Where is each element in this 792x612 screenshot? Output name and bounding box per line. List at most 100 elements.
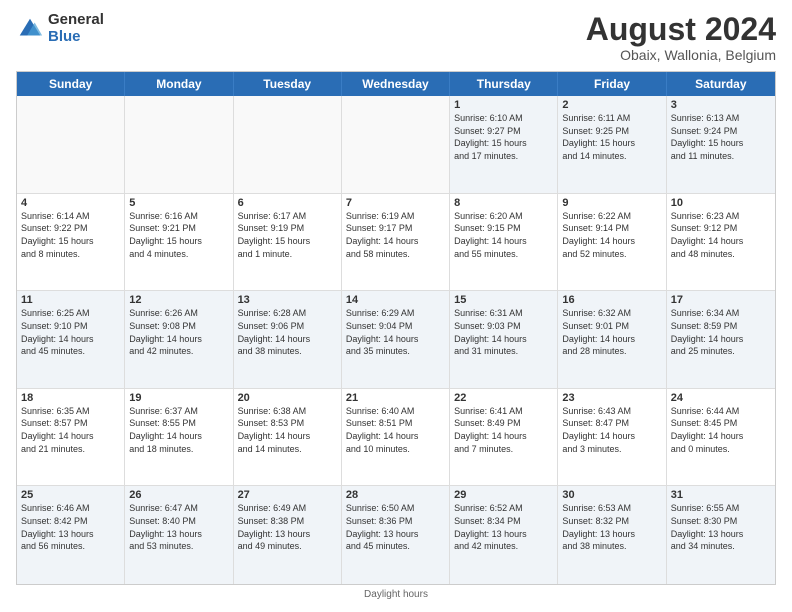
day-number: 6 (238, 197, 337, 209)
day-number: 17 (671, 294, 771, 306)
day-number: 18 (21, 392, 120, 404)
day-info: Sunrise: 6:49 AM Sunset: 8:38 PM Dayligh… (238, 502, 337, 552)
day-cell-24: 24Sunrise: 6:44 AM Sunset: 8:45 PM Dayli… (667, 389, 775, 486)
day-info: Sunrise: 6:25 AM Sunset: 9:10 PM Dayligh… (21, 307, 120, 357)
day-cell-9: 9Sunrise: 6:22 AM Sunset: 9:14 PM Daylig… (558, 194, 666, 291)
day-cell-26: 26Sunrise: 6:47 AM Sunset: 8:40 PM Dayli… (125, 486, 233, 584)
header-day-sunday: Sunday (17, 72, 125, 96)
day-number: 29 (454, 489, 553, 501)
day-number: 9 (562, 197, 661, 209)
day-cell-3: 3Sunrise: 6:13 AM Sunset: 9:24 PM Daylig… (667, 96, 775, 193)
title-area: August 2024 Obaix, Wallonia, Belgium (586, 12, 776, 63)
empty-cell-0-0 (17, 96, 125, 193)
day-cell-6: 6Sunrise: 6:17 AM Sunset: 9:19 PM Daylig… (234, 194, 342, 291)
day-cell-16: 16Sunrise: 6:32 AM Sunset: 9:01 PM Dayli… (558, 291, 666, 388)
logo: General Blue (16, 12, 104, 45)
day-info: Sunrise: 6:29 AM Sunset: 9:04 PM Dayligh… (346, 307, 445, 357)
day-cell-22: 22Sunrise: 6:41 AM Sunset: 8:49 PM Dayli… (450, 389, 558, 486)
page-header: General Blue August 2024 Obaix, Wallonia… (16, 12, 776, 63)
day-number: 14 (346, 294, 445, 306)
day-info: Sunrise: 6:13 AM Sunset: 9:24 PM Dayligh… (671, 112, 771, 162)
logo-blue-text: Blue (48, 29, 104, 46)
day-number: 10 (671, 197, 771, 209)
header-day-wednesday: Wednesday (342, 72, 450, 96)
day-cell-11: 11Sunrise: 6:25 AM Sunset: 9:10 PM Dayli… (17, 291, 125, 388)
empty-cell-0-2 (234, 96, 342, 193)
day-number: 5 (129, 197, 228, 209)
day-cell-29: 29Sunrise: 6:52 AM Sunset: 8:34 PM Dayli… (450, 486, 558, 584)
day-number: 28 (346, 489, 445, 501)
day-number: 31 (671, 489, 771, 501)
day-cell-14: 14Sunrise: 6:29 AM Sunset: 9:04 PM Dayli… (342, 291, 450, 388)
day-cell-2: 2Sunrise: 6:11 AM Sunset: 9:25 PM Daylig… (558, 96, 666, 193)
day-number: 12 (129, 294, 228, 306)
calendar-row-3: 18Sunrise: 6:35 AM Sunset: 8:57 PM Dayli… (17, 389, 775, 487)
day-cell-8: 8Sunrise: 6:20 AM Sunset: 9:15 PM Daylig… (450, 194, 558, 291)
day-info: Sunrise: 6:32 AM Sunset: 9:01 PM Dayligh… (562, 307, 661, 357)
day-cell-10: 10Sunrise: 6:23 AM Sunset: 9:12 PM Dayli… (667, 194, 775, 291)
day-cell-13: 13Sunrise: 6:28 AM Sunset: 9:06 PM Dayli… (234, 291, 342, 388)
header-day-monday: Monday (125, 72, 233, 96)
calendar-row-0: 1Sunrise: 6:10 AM Sunset: 9:27 PM Daylig… (17, 96, 775, 194)
day-info: Sunrise: 6:37 AM Sunset: 8:55 PM Dayligh… (129, 405, 228, 455)
day-number: 1 (454, 99, 553, 111)
calendar-row-4: 25Sunrise: 6:46 AM Sunset: 8:42 PM Dayli… (17, 486, 775, 584)
day-info: Sunrise: 6:34 AM Sunset: 8:59 PM Dayligh… (671, 307, 771, 357)
day-cell-23: 23Sunrise: 6:43 AM Sunset: 8:47 PM Dayli… (558, 389, 666, 486)
day-info: Sunrise: 6:28 AM Sunset: 9:06 PM Dayligh… (238, 307, 337, 357)
day-number: 26 (129, 489, 228, 501)
day-info: Sunrise: 6:10 AM Sunset: 9:27 PM Dayligh… (454, 112, 553, 162)
day-cell-18: 18Sunrise: 6:35 AM Sunset: 8:57 PM Dayli… (17, 389, 125, 486)
day-cell-7: 7Sunrise: 6:19 AM Sunset: 9:17 PM Daylig… (342, 194, 450, 291)
day-info: Sunrise: 6:19 AM Sunset: 9:17 PM Dayligh… (346, 210, 445, 260)
day-info: Sunrise: 6:16 AM Sunset: 9:21 PM Dayligh… (129, 210, 228, 260)
logo-general-text: General (48, 12, 104, 29)
day-info: Sunrise: 6:35 AM Sunset: 8:57 PM Dayligh… (21, 405, 120, 455)
header-day-thursday: Thursday (450, 72, 558, 96)
day-number: 4 (21, 197, 120, 209)
day-number: 27 (238, 489, 337, 501)
footer-note: Daylight hours (16, 589, 776, 600)
month-title: August 2024 (586, 12, 776, 47)
calendar: SundayMondayTuesdayWednesdayThursdayFrid… (16, 71, 776, 585)
day-number: 3 (671, 99, 771, 111)
day-cell-17: 17Sunrise: 6:34 AM Sunset: 8:59 PM Dayli… (667, 291, 775, 388)
day-number: 24 (671, 392, 771, 404)
header-day-tuesday: Tuesday (234, 72, 342, 96)
header-day-friday: Friday (558, 72, 666, 96)
day-cell-19: 19Sunrise: 6:37 AM Sunset: 8:55 PM Dayli… (125, 389, 233, 486)
day-info: Sunrise: 6:43 AM Sunset: 8:47 PM Dayligh… (562, 405, 661, 455)
day-cell-5: 5Sunrise: 6:16 AM Sunset: 9:21 PM Daylig… (125, 194, 233, 291)
day-cell-12: 12Sunrise: 6:26 AM Sunset: 9:08 PM Dayli… (125, 291, 233, 388)
day-info: Sunrise: 6:38 AM Sunset: 8:53 PM Dayligh… (238, 405, 337, 455)
day-cell-21: 21Sunrise: 6:40 AM Sunset: 8:51 PM Dayli… (342, 389, 450, 486)
day-number: 8 (454, 197, 553, 209)
day-info: Sunrise: 6:14 AM Sunset: 9:22 PM Dayligh… (21, 210, 120, 260)
day-cell-15: 15Sunrise: 6:31 AM Sunset: 9:03 PM Dayli… (450, 291, 558, 388)
location-subtitle: Obaix, Wallonia, Belgium (586, 47, 776, 63)
day-number: 20 (238, 392, 337, 404)
day-number: 22 (454, 392, 553, 404)
day-info: Sunrise: 6:26 AM Sunset: 9:08 PM Dayligh… (129, 307, 228, 357)
calendar-row-1: 4Sunrise: 6:14 AM Sunset: 9:22 PM Daylig… (17, 194, 775, 292)
day-info: Sunrise: 6:17 AM Sunset: 9:19 PM Dayligh… (238, 210, 337, 260)
day-info: Sunrise: 6:53 AM Sunset: 8:32 PM Dayligh… (562, 502, 661, 552)
day-info: Sunrise: 6:52 AM Sunset: 8:34 PM Dayligh… (454, 502, 553, 552)
day-number: 23 (562, 392, 661, 404)
day-info: Sunrise: 6:20 AM Sunset: 9:15 PM Dayligh… (454, 210, 553, 260)
day-number: 30 (562, 489, 661, 501)
day-info: Sunrise: 6:22 AM Sunset: 9:14 PM Dayligh… (562, 210, 661, 260)
day-number: 25 (21, 489, 120, 501)
day-number: 21 (346, 392, 445, 404)
day-cell-27: 27Sunrise: 6:49 AM Sunset: 8:38 PM Dayli… (234, 486, 342, 584)
empty-cell-0-1 (125, 96, 233, 193)
day-info: Sunrise: 6:23 AM Sunset: 9:12 PM Dayligh… (671, 210, 771, 260)
calendar-row-2: 11Sunrise: 6:25 AM Sunset: 9:10 PM Dayli… (17, 291, 775, 389)
logo-icon (16, 15, 44, 43)
day-cell-31: 31Sunrise: 6:55 AM Sunset: 8:30 PM Dayli… (667, 486, 775, 584)
header-day-saturday: Saturday (667, 72, 775, 96)
day-info: Sunrise: 6:31 AM Sunset: 9:03 PM Dayligh… (454, 307, 553, 357)
day-cell-1: 1Sunrise: 6:10 AM Sunset: 9:27 PM Daylig… (450, 96, 558, 193)
day-number: 7 (346, 197, 445, 209)
calendar-body: 1Sunrise: 6:10 AM Sunset: 9:27 PM Daylig… (17, 96, 775, 584)
